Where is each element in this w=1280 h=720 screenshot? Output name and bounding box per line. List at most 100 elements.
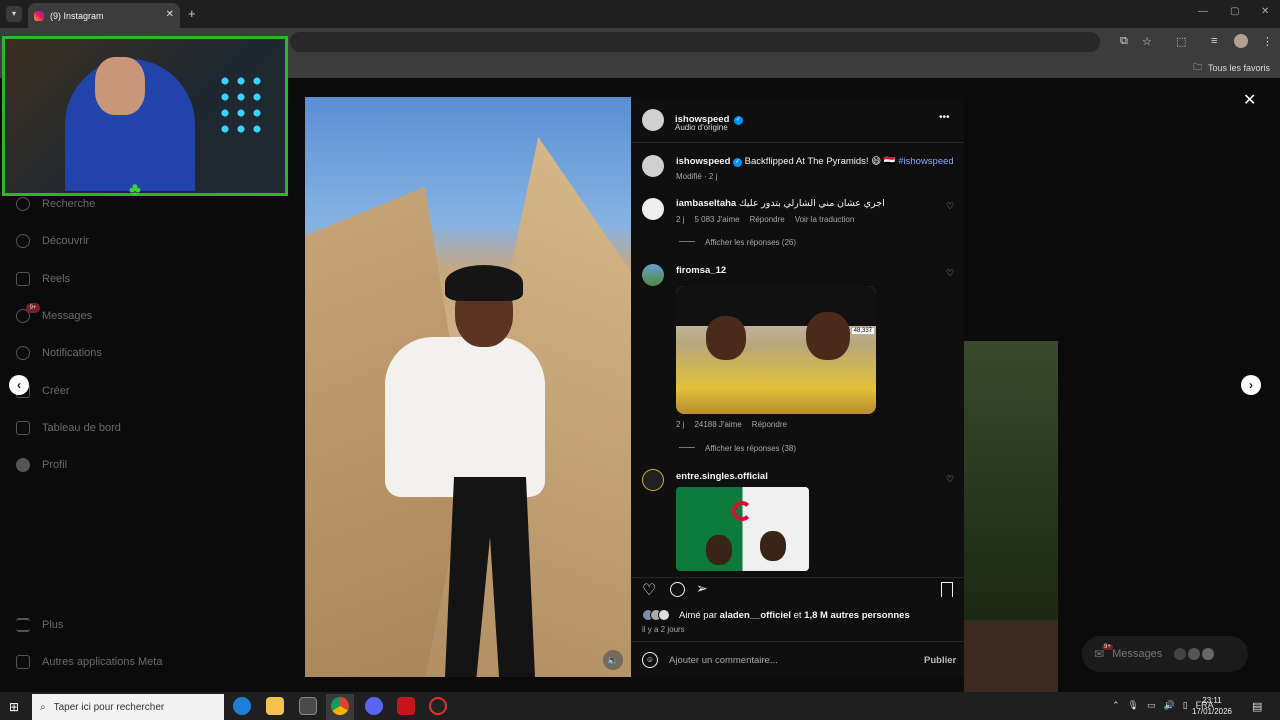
liked-by-user-link[interactable]: aladen__officiel xyxy=(720,610,791,621)
streamer-head xyxy=(95,57,145,115)
clock-time: 23:11 xyxy=(1202,696,1222,705)
taskbar-search-input[interactable]: ⌕ Taper ici pour rechercher xyxy=(32,694,224,720)
volume-icon[interactable]: 🔈 xyxy=(603,650,623,670)
comment-like-icon[interactable]: ♡ xyxy=(946,474,954,485)
install-icon[interactable]: ⧉ xyxy=(1120,35,1128,48)
image-face xyxy=(760,531,786,561)
windows-start-icon[interactable]: ⊞ xyxy=(9,700,19,714)
taskbar-clock[interactable]: 23:11 17/01/2026 xyxy=(1192,695,1232,717)
like-icon[interactable]: ♡ xyxy=(642,580,656,600)
search-icon xyxy=(16,197,30,211)
chrome-icon[interactable] xyxy=(331,697,349,715)
streaming-app-icon[interactable] xyxy=(397,697,415,715)
minimize-icon[interactable]: — xyxy=(1198,6,1208,17)
edge-icon[interactable] xyxy=(233,697,251,715)
reel-video[interactable] xyxy=(305,97,631,677)
maximize-icon[interactable]: ▢ xyxy=(1230,6,1239,17)
video-person-shirt xyxy=(385,337,545,497)
window-close-icon[interactable]: ✕ xyxy=(1261,6,1269,17)
media-control-icon[interactable]: ≡ xyxy=(1211,35,1217,47)
menu-icon xyxy=(16,618,30,632)
network-icon[interactable]: ▭ xyxy=(1147,700,1156,711)
likes-count-link[interactable]: 1,8 M autres personnes xyxy=(804,610,910,621)
sidebar-item-search[interactable]: Recherche xyxy=(16,197,95,211)
comment-avatar[interactable] xyxy=(642,264,664,286)
folder-icon: 🗀 xyxy=(1192,62,1202,72)
speaker-icon[interactable]: 🔊 xyxy=(1164,700,1175,711)
author-avatar[interactable] xyxy=(642,109,664,131)
webcam-overlay: ♣ xyxy=(2,36,288,199)
emoji-icon[interactable]: ☺ xyxy=(642,652,658,668)
comment-username[interactable]: firomsa_12 xyxy=(676,265,726,276)
caption-username[interactable]: ishowspeed xyxy=(676,156,730,167)
file-explorer-icon[interactable] xyxy=(266,697,284,715)
comment-image[interactable] xyxy=(676,487,809,571)
tab-title: (9) Instagram xyxy=(50,10,104,21)
sidebar-item-dashboard[interactable]: Tableau de bord xyxy=(16,421,121,435)
new-tab-button[interactable]: + xyxy=(188,6,196,21)
profile-avatar[interactable] xyxy=(1234,34,1248,48)
comment-text: اجري عشان مني الشارلي بتدور عليك xyxy=(738,198,885,209)
clock-date: 17/01/2026 xyxy=(1191,707,1232,716)
chevron-up-icon[interactable]: ⌃ xyxy=(1112,700,1120,711)
discord-icon[interactable] xyxy=(365,697,383,715)
comment-avatar[interactable] xyxy=(642,469,664,491)
translate-button[interactable]: Voir la traduction xyxy=(795,215,855,224)
comment-like-icon[interactable]: ♡ xyxy=(946,201,954,212)
comment-input[interactable]: Ajouter un commentaire... xyxy=(669,655,778,666)
reply-button[interactable]: Répondre xyxy=(752,420,787,429)
bookmark-star-icon[interactable]: ☆ xyxy=(1142,35,1152,48)
comment-like-icon[interactable]: ♡ xyxy=(946,268,954,279)
comment-avatar[interactable] xyxy=(642,198,664,220)
view-replies-button[interactable]: Afficher les réponses (38) xyxy=(679,444,796,453)
hashtag-link[interactable]: #ishowspeed xyxy=(898,156,953,167)
audio-link[interactable]: Audio d'origine xyxy=(675,123,728,132)
store-icon[interactable] xyxy=(299,697,317,715)
sidebar-item-profile[interactable]: Profil xyxy=(16,458,67,472)
comment-icon[interactable] xyxy=(670,582,685,597)
caption-avatar[interactable] xyxy=(642,155,664,177)
previous-post-button[interactable]: ‹ xyxy=(9,375,29,395)
microphone-icon[interactable]: 🎙 xyxy=(1128,700,1139,711)
comment-image[interactable]: 48,337 xyxy=(676,286,876,414)
browser-menu-icon[interactable]: ⋮ xyxy=(1262,35,1273,48)
messages-widget[interactable]: ✉ 9+ Messages xyxy=(1082,636,1248,672)
liked-by: Aimé par aladen__officiel et 1,8 M autre… xyxy=(679,610,910,621)
tab-search-button[interactable]: ▾ xyxy=(6,6,22,22)
publish-button[interactable]: Publier xyxy=(924,655,956,666)
heart-icon xyxy=(16,346,30,360)
battery-icon[interactable]: ▯ xyxy=(1183,700,1188,711)
post-time: il y a 2 jours xyxy=(642,625,685,634)
save-icon[interactable] xyxy=(941,582,953,597)
obs-icon[interactable] xyxy=(429,697,447,715)
divider xyxy=(679,447,695,448)
close-icon[interactable]: ✕ xyxy=(1243,90,1256,110)
sidebar-item-notifications[interactable]: Notifications xyxy=(16,346,102,360)
sidebar-item-meta-apps[interactable]: Autres applications Meta xyxy=(16,655,162,669)
more-options-icon[interactable]: ••• xyxy=(939,112,950,123)
sidebar-item-reels[interactable]: Reels xyxy=(16,272,70,286)
browser-tab[interactable]: (9) Instagram ✕ xyxy=(28,3,180,28)
image-face xyxy=(706,316,746,360)
reply-button[interactable]: Répondre xyxy=(750,215,785,224)
divider xyxy=(679,241,695,242)
share-icon[interactable]: ➢ xyxy=(696,580,708,597)
comment-likes[interactable]: 24188 J'aime xyxy=(694,420,741,429)
address-bar[interactable] xyxy=(290,32,1100,52)
comment-username[interactable]: entre.singles.official xyxy=(676,471,768,482)
image-face xyxy=(706,535,732,565)
all-bookmarks-folder[interactable]: 🗀 Tous les favoris xyxy=(1193,60,1270,76)
next-post-button[interactable]: › xyxy=(1241,375,1261,395)
instagram-icon xyxy=(34,10,44,21)
sidebar-item-more[interactable]: Plus xyxy=(16,618,63,632)
comment-username[interactable]: iambaseltaha xyxy=(676,198,736,209)
extensions-icon[interactable]: ⬚ xyxy=(1176,35,1186,48)
tab-close-icon[interactable]: ✕ xyxy=(166,9,174,20)
notification-center-icon[interactable]: ▤ xyxy=(1252,700,1262,713)
chart-icon xyxy=(16,421,30,435)
stream-logo: ♣ xyxy=(129,179,141,199)
comment-likes[interactable]: 5 083 J'aime xyxy=(694,215,739,224)
view-replies-button[interactable]: Afficher les réponses (26) xyxy=(679,238,796,247)
sidebar-item-explore[interactable]: Découvrir xyxy=(16,234,89,248)
comment-meta: 2 j 5 083 J'aime Répondre Voir la traduc… xyxy=(676,215,854,224)
